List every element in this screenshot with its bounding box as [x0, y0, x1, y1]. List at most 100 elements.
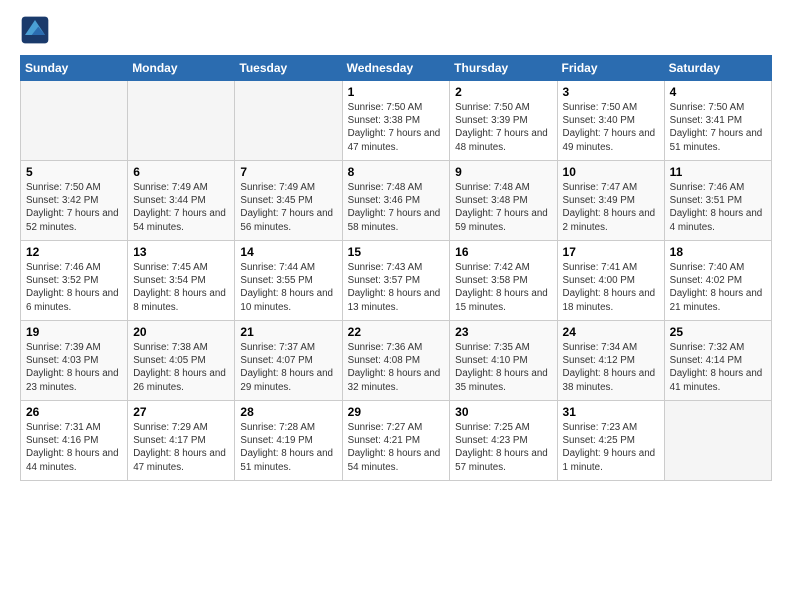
day-cell: 27 Sunrise: 7:29 AMSunset: 4:17 PMDayligh…	[128, 401, 235, 481]
day-cell: 31 Sunrise: 7:23 AMSunset: 4:25 PMDayligh…	[557, 401, 664, 481]
day-number: 7	[240, 165, 336, 179]
day-number: 6	[133, 165, 229, 179]
day-number: 20	[133, 325, 229, 339]
week-row-1: 1 Sunrise: 7:50 AMSunset: 3:38 PMDaylight…	[21, 81, 772, 161]
day-number: 5	[26, 165, 122, 179]
col-header-thursday: Thursday	[450, 56, 557, 81]
day-number: 31	[563, 405, 659, 419]
day-cell: 14 Sunrise: 7:44 AMSunset: 3:55 PMDayligh…	[235, 241, 342, 321]
calendar-header-row: SundayMondayTuesdayWednesdayThursdayFrid…	[21, 56, 772, 81]
day-cell: 17 Sunrise: 7:41 AMSunset: 4:00 PMDayligh…	[557, 241, 664, 321]
day-info: Sunrise: 7:25 AMSunset: 4:23 PMDaylight:…	[455, 421, 551, 474]
day-cell: 7 Sunrise: 7:49 AMSunset: 3:45 PMDaylight…	[235, 161, 342, 241]
day-info: Sunrise: 7:34 AMSunset: 4:12 PMDaylight:…	[563, 341, 659, 394]
day-info: Sunrise: 7:39 AMSunset: 4:03 PMDaylight:…	[26, 341, 122, 394]
day-cell	[664, 401, 771, 481]
day-number: 28	[240, 405, 336, 419]
day-cell	[128, 81, 235, 161]
day-info: Sunrise: 7:43 AMSunset: 3:57 PMDaylight:…	[348, 261, 445, 314]
col-header-tuesday: Tuesday	[235, 56, 342, 81]
day-number: 1	[348, 85, 445, 99]
day-cell: 18 Sunrise: 7:40 AMSunset: 4:02 PMDayligh…	[664, 241, 771, 321]
day-cell: 25Sunrise: 7:32 AMSunset: 4:14 PMDayligh…	[664, 321, 771, 401]
day-number: 12	[26, 245, 122, 259]
day-cell: 4Sunrise: 7:50 AMSunset: 3:41 PMDaylight…	[664, 81, 771, 161]
day-info: Sunrise: 7:50 AMSunset: 3:39 PMDaylight:…	[455, 101, 551, 154]
day-cell: 22 Sunrise: 7:36 AMSunset: 4:08 PMDayligh…	[342, 321, 450, 401]
day-number: 2	[455, 85, 551, 99]
day-info: Sunrise: 7:49 AMSunset: 3:45 PMDaylight:…	[240, 181, 336, 234]
day-cell: 2 Sunrise: 7:50 AMSunset: 3:39 PMDaylight…	[450, 81, 557, 161]
day-number: 15	[348, 245, 445, 259]
day-info: Sunrise: 7:50 AMSunset: 3:40 PMDaylight:…	[563, 101, 659, 154]
day-number: 21	[240, 325, 336, 339]
day-number: 4	[670, 85, 766, 99]
day-cell: 30 Sunrise: 7:25 AMSunset: 4:23 PMDayligh…	[450, 401, 557, 481]
day-cell: 26Sunrise: 7:31 AMSunset: 4:16 PMDayligh…	[21, 401, 128, 481]
day-info: Sunrise: 7:29 AMSunset: 4:17 PMDaylight:…	[133, 421, 229, 474]
day-info: Sunrise: 7:44 AMSunset: 3:55 PMDaylight:…	[240, 261, 336, 314]
day-number: 22	[348, 325, 445, 339]
day-info: Sunrise: 7:40 AMSunset: 4:02 PMDaylight:…	[670, 261, 766, 314]
day-cell	[21, 81, 128, 161]
day-info: Sunrise: 7:27 AMSunset: 4:21 PMDaylight:…	[348, 421, 445, 474]
day-cell: 12 Sunrise: 7:46 AMSunset: 3:52 PMDayligh…	[21, 241, 128, 321]
day-number: 30	[455, 405, 551, 419]
day-cell: 13 Sunrise: 7:45 AMSunset: 3:54 PMDayligh…	[128, 241, 235, 321]
page: SundayMondayTuesdayWednesdayThursdayFrid…	[0, 0, 792, 612]
day-number: 17	[563, 245, 659, 259]
week-row-3: 12 Sunrise: 7:46 AMSunset: 3:52 PMDayligh…	[21, 241, 772, 321]
day-info: Sunrise: 7:42 AMSunset: 3:58 PMDaylight:…	[455, 261, 551, 314]
day-info: Sunrise: 7:50 AMSunset: 3:42 PMDaylight:…	[26, 181, 122, 234]
day-info: Sunrise: 7:48 AMSunset: 3:46 PMDaylight:…	[348, 181, 445, 234]
day-number: 29	[348, 405, 445, 419]
day-cell: 5 Sunrise: 7:50 AMSunset: 3:42 PMDaylight…	[21, 161, 128, 241]
day-cell: 29 Sunrise: 7:27 AMSunset: 4:21 PMDayligh…	[342, 401, 450, 481]
day-info: Sunrise: 7:38 AMSunset: 4:05 PMDaylight:…	[133, 341, 229, 394]
day-info: Sunrise: 7:37 AMSunset: 4:07 PMDaylight:…	[240, 341, 336, 394]
day-cell: 9Sunrise: 7:48 AMSunset: 3:48 PMDaylight…	[450, 161, 557, 241]
day-number: 14	[240, 245, 336, 259]
day-info: Sunrise: 7:46 AMSunset: 3:51 PMDaylight:…	[670, 181, 766, 234]
col-header-wednesday: Wednesday	[342, 56, 450, 81]
day-number: 13	[133, 245, 229, 259]
day-cell: 20 Sunrise: 7:38 AMSunset: 4:05 PMDayligh…	[128, 321, 235, 401]
day-number: 9	[455, 165, 551, 179]
day-cell: 15 Sunrise: 7:43 AMSunset: 3:57 PMDayligh…	[342, 241, 450, 321]
day-info: Sunrise: 7:50 AMSunset: 3:38 PMDaylight:…	[348, 101, 445, 154]
header	[20, 15, 772, 45]
col-header-saturday: Saturday	[664, 56, 771, 81]
day-info: Sunrise: 7:23 AMSunset: 4:25 PMDaylight:…	[563, 421, 659, 474]
week-row-4: 19Sunrise: 7:39 AMSunset: 4:03 PMDayligh…	[21, 321, 772, 401]
day-info: Sunrise: 7:28 AMSunset: 4:19 PMDaylight:…	[240, 421, 336, 474]
day-number: 27	[133, 405, 229, 419]
day-cell: 6 Sunrise: 7:49 AMSunset: 3:44 PMDaylight…	[128, 161, 235, 241]
day-cell: 24 Sunrise: 7:34 AMSunset: 4:12 PMDayligh…	[557, 321, 664, 401]
col-header-monday: Monday	[128, 56, 235, 81]
day-cell	[235, 81, 342, 161]
day-cell: 19Sunrise: 7:39 AMSunset: 4:03 PMDayligh…	[21, 321, 128, 401]
day-cell: 16 Sunrise: 7:42 AMSunset: 3:58 PMDayligh…	[450, 241, 557, 321]
day-number: 10	[563, 165, 659, 179]
day-number: 8	[348, 165, 445, 179]
day-cell: 28 Sunrise: 7:28 AMSunset: 4:19 PMDayligh…	[235, 401, 342, 481]
day-info: Sunrise: 7:31 AMSunset: 4:16 PMDaylight:…	[26, 421, 122, 474]
day-cell: 10Sunrise: 7:47 AMSunset: 3:49 PMDayligh…	[557, 161, 664, 241]
day-number: 25	[670, 325, 766, 339]
day-number: 18	[670, 245, 766, 259]
day-info: Sunrise: 7:46 AMSunset: 3:52 PMDaylight:…	[26, 261, 122, 314]
day-info: Sunrise: 7:36 AMSunset: 4:08 PMDaylight:…	[348, 341, 445, 394]
calendar-table: SundayMondayTuesdayWednesdayThursdayFrid…	[20, 55, 772, 481]
day-cell: 1 Sunrise: 7:50 AMSunset: 3:38 PMDaylight…	[342, 81, 450, 161]
day-cell: 3Sunrise: 7:50 AMSunset: 3:40 PMDaylight…	[557, 81, 664, 161]
day-info: Sunrise: 7:35 AMSunset: 4:10 PMDaylight:…	[455, 341, 551, 394]
day-info: Sunrise: 7:49 AMSunset: 3:44 PMDaylight:…	[133, 181, 229, 234]
day-cell: 21 Sunrise: 7:37 AMSunset: 4:07 PMDayligh…	[235, 321, 342, 401]
day-cell: 23Sunrise: 7:35 AMSunset: 4:10 PMDayligh…	[450, 321, 557, 401]
day-info: Sunrise: 7:41 AMSunset: 4:00 PMDaylight:…	[563, 261, 659, 314]
day-number: 16	[455, 245, 551, 259]
day-cell: 8 Sunrise: 7:48 AMSunset: 3:46 PMDaylight…	[342, 161, 450, 241]
day-info: Sunrise: 7:45 AMSunset: 3:54 PMDaylight:…	[133, 261, 229, 314]
day-number: 24	[563, 325, 659, 339]
day-cell: 11Sunrise: 7:46 AMSunset: 3:51 PMDayligh…	[664, 161, 771, 241]
